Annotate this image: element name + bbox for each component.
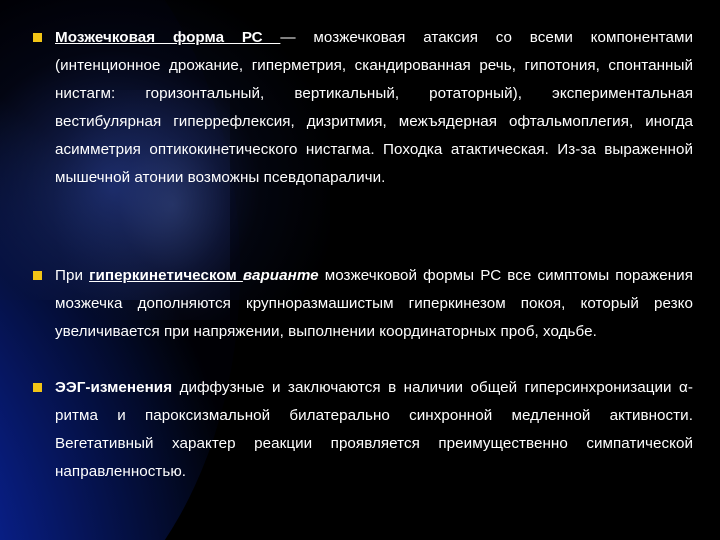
slide-content: Мозжечковая форма РС — мозжечковая атакс… bbox=[0, 0, 720, 540]
text-run: варианте bbox=[242, 267, 319, 284]
presentation-slide: Мозжечковая форма РС — мозжечковая атакс… bbox=[0, 0, 720, 540]
text-run: — мозжечковая атаксия со всеми компонент… bbox=[55, 29, 693, 186]
bullet-paragraph-eeg-changes: ЭЭГ-изменения диффузные и заключаются в … bbox=[55, 374, 693, 486]
text-run: При bbox=[55, 267, 90, 284]
text-run: гиперкинетическом bbox=[89, 267, 243, 284]
text-run: Мозжечковая форма РС bbox=[55, 29, 281, 46]
bullet-paragraph-hyperkinetic-variant: При гиперкинетическом варианте мозжечков… bbox=[55, 262, 693, 346]
text-run: ЭЭГ-изменения bbox=[55, 379, 173, 396]
bullet-marker-icon bbox=[33, 271, 42, 280]
bullet-paragraph-cerebellar-form: Мозжечковая форма РС — мозжечковая атакс… bbox=[55, 24, 693, 192]
bullet-marker-icon bbox=[33, 383, 42, 392]
bullet-marker-icon bbox=[33, 33, 42, 42]
